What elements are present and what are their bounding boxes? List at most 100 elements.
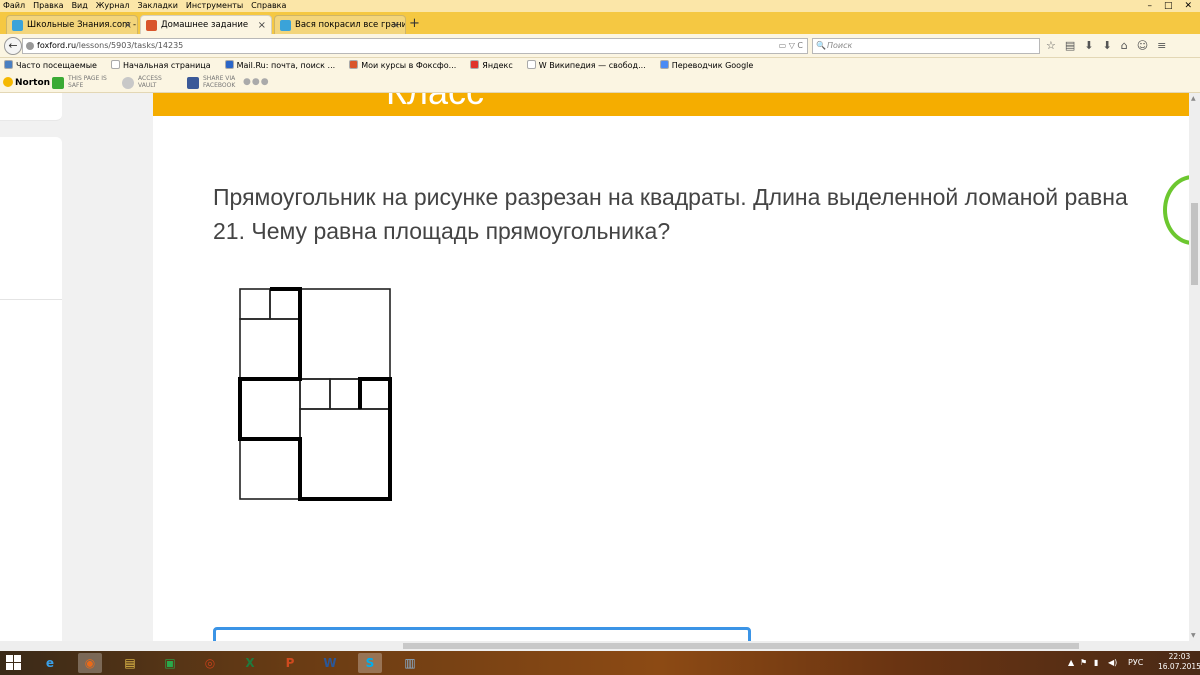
figure-square	[239, 378, 301, 440]
tab-close-icon[interactable]: ×	[258, 16, 266, 34]
task-question: Прямоугольник на рисунке разрезан на ква…	[213, 184, 1128, 244]
bookmark-label: Часто посещаемые	[16, 61, 97, 70]
bookmark-label: Яндекс	[482, 61, 513, 70]
tab-label: Школьные Знания.com - ...	[27, 20, 138, 30]
bookmark-label: Mail.Ru: почта, поиск ...	[236, 61, 336, 70]
bookmark-favicon-icon	[4, 60, 13, 69]
figure-square	[359, 378, 391, 410]
figure-square	[239, 318, 301, 380]
close-window-button[interactable]: ✕	[1184, 0, 1192, 12]
home-icon[interactable]: ⌂	[1121, 39, 1128, 52]
menu-item-0[interactable]: Файл	[3, 0, 25, 12]
clock-time: 22:03	[1168, 652, 1191, 661]
scroll-up-icon[interactable]: ▲	[1191, 95, 1196, 102]
page-viewport: Класс Прямоугольник на рисунке разрезан …	[0, 93, 1200, 641]
banner-title: Класс	[386, 93, 484, 113]
tab-label: Вася покрасил все грани ...	[295, 20, 406, 30]
menu-item-3[interactable]: Журнал	[96, 0, 130, 12]
url-actions[interactable]: ▭ ▽ C	[779, 39, 803, 53]
bookmarks-toolbar: Часто посещаемые Начальная страница Mail.R…	[0, 58, 1200, 74]
pocket-icon[interactable]: ⬇	[1084, 39, 1093, 52]
horizontal-scrollbar[interactable]	[0, 641, 1200, 651]
tab-close-icon[interactable]: ×	[392, 16, 400, 34]
eye-app-icon[interactable]: ◎	[198, 653, 222, 673]
menu-icon[interactable]: ≡	[1157, 39, 1166, 52]
bookmark-item[interactable]: Мои курсы в Фоксфо...	[349, 58, 456, 74]
tab-close-icon[interactable]: ×	[124, 16, 132, 34]
word-icon[interactable]: W	[318, 653, 342, 673]
tab-favicon-icon	[146, 20, 157, 31]
back-button[interactable]: ←	[4, 37, 22, 55]
internet-explorer-icon[interactable]: e	[38, 653, 62, 673]
tray-expand-icon[interactable]: ▲	[1068, 658, 1074, 667]
menu-item-6[interactable]: Справка	[251, 0, 286, 12]
maximize-button[interactable]: □	[1164, 0, 1173, 12]
language-indicator[interactable]: РУС	[1128, 658, 1143, 667]
firefox-icon[interactable]: ◉	[78, 653, 102, 673]
vertical-scrollbar[interactable]: ▲ ▼	[1189, 93, 1200, 641]
check-icon	[52, 77, 64, 89]
tab-shkolnye-znaniya[interactable]: Школьные Знания.com - ... ×	[6, 15, 138, 34]
network-icon[interactable]: ▮	[1094, 658, 1098, 667]
tab-label: Домашнее задание	[161, 20, 249, 30]
safe-line2: SAFE	[68, 82, 84, 89]
windows-start-icon[interactable]	[6, 655, 22, 671]
norton-vault[interactable]: ACCESS VAULT	[122, 75, 162, 89]
menu-item-5[interactable]: Инструменты	[186, 0, 243, 12]
chat-icon[interactable]: ☺	[1137, 39, 1148, 52]
bookmark-favicon-icon	[470, 60, 480, 69]
site-identity-icon	[26, 42, 34, 50]
bookmark-item[interactable]: Яндекс	[470, 58, 513, 74]
url-bar[interactable]: foxford.ru/lessons/5903/tasks/14235 ▭ ▽ …	[22, 38, 808, 54]
notepad-icon[interactable]: ▥	[398, 653, 422, 673]
bookmark-item[interactable]: Начальная страница	[110, 58, 211, 74]
horizontal-scrollbar-thumb[interactable]	[403, 643, 1079, 649]
toolbar-icons: ☆ ▤ ⬇ ⬇ ⌂ ☺ ≡	[1046, 39, 1166, 52]
minimize-button[interactable]: –	[1147, 0, 1152, 12]
more-icon[interactable]: ●●●	[243, 77, 270, 87]
orange-banner: Класс	[153, 93, 1189, 116]
figure-square	[299, 408, 391, 500]
downloads-icon[interactable]: ⬇	[1103, 39, 1112, 52]
clock-date: 16.07.2015	[1158, 662, 1200, 671]
excel-icon[interactable]: X	[238, 653, 262, 673]
bookmark-item[interactable]: Mail.Ru: почта, поиск ...	[224, 58, 336, 74]
figure-square	[299, 288, 391, 380]
volume-icon[interactable]: ◀)	[1108, 658, 1117, 667]
left-panel-divider	[0, 299, 62, 300]
answer-input[interactable]	[213, 627, 751, 641]
menu-item-1[interactable]: Правка	[33, 0, 63, 12]
bookmark-item[interactable]: Часто посещаемые	[4, 58, 97, 74]
menu-item-4[interactable]: Закладки	[137, 0, 177, 12]
tab-vasya-pokrasil[interactable]: Вася покрасил все грани ... ×	[274, 15, 406, 34]
new-tab-button[interactable]: +	[409, 16, 420, 31]
share-line1: SHARE VIA	[203, 75, 236, 82]
powerpoint-icon[interactable]: P	[278, 653, 302, 673]
bookmark-star-icon[interactable]: ☆	[1046, 39, 1056, 52]
file-explorer-icon[interactable]: ▤	[118, 653, 142, 673]
action-center-icon[interactable]: ⚑	[1080, 658, 1087, 667]
search-input[interactable]: 🔍 Поиск	[812, 38, 1040, 54]
reading-list-icon[interactable]: ▤	[1065, 39, 1075, 52]
vault-icon	[122, 77, 134, 89]
scroll-down-icon[interactable]: ▼	[1191, 632, 1196, 639]
scrollbar-thumb[interactable]	[1191, 203, 1198, 285]
bookmark-favicon-icon	[349, 60, 359, 69]
search-placeholder: Поиск	[827, 41, 853, 50]
norton-logo[interactable]: Norton	[3, 77, 50, 88]
left-panel	[0, 137, 62, 641]
norton-safe-status[interactable]: THIS PAGE IS SAFE	[52, 75, 107, 89]
tab-domashnee-zadanie[interactable]: Домашнее задание ×	[140, 15, 272, 34]
figure-square	[299, 378, 331, 410]
search-icon: 🔍	[816, 41, 826, 50]
figure-square	[239, 288, 271, 320]
skype-icon[interactable]: S	[358, 653, 382, 673]
norton-share-facebook[interactable]: SHARE VIA FACEBOOK	[187, 75, 236, 89]
menu-item-2[interactable]: Вид	[72, 0, 88, 12]
url-domain: foxford.ru	[37, 41, 77, 50]
bookmark-item[interactable]: Переводчик Google	[659, 58, 754, 74]
store-icon[interactable]: ▣	[158, 653, 182, 673]
bookmark-item[interactable]: W Википедия — свобод...	[526, 58, 646, 74]
clock[interactable]: 22:03 16.07.2015	[1158, 652, 1200, 672]
bookmark-label: Переводчик Google	[671, 61, 754, 70]
